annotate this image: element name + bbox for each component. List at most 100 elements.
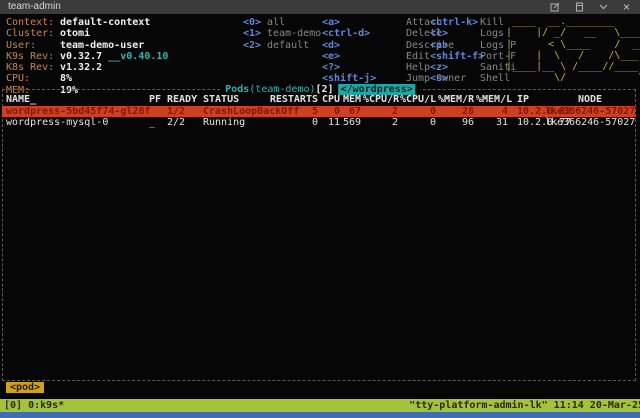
cluster-value: otomi — [60, 28, 90, 39]
pod-mem: 569 — [342, 117, 361, 128]
k9s-logo-line: | | \ / /\___ \ — [506, 50, 640, 61]
hotkey-key: <?> — [322, 62, 406, 73]
pod-mem-l: 31 — [476, 117, 508, 128]
namespace-hotkeys: <0>all <1>team-demo <2>default — [243, 17, 321, 51]
pod-ready: 2/2 — [167, 117, 185, 128]
hotkey-key: <ctrl-k> — [430, 17, 480, 28]
chevron-down-icon[interactable] — [599, 4, 608, 10]
pod-ready: 1/2 — [167, 106, 185, 117]
hotkey-key: <e> — [322, 51, 406, 62]
k9s-logo-line: \/ \/ — [506, 72, 640, 83]
k8s-rev-value: v1.32.2 — [60, 62, 102, 73]
col-header-mem-l[interactable]: %MEM/L — [476, 94, 508, 105]
resource-name: Pods — [225, 84, 249, 95]
hotkey-key: <s> — [430, 73, 480, 84]
k9s-ascii-logo: ____ __.________ | |/ _/ __ \______ | < … — [506, 16, 640, 84]
pod-cpu: 11 — [322, 117, 340, 128]
hotkey-key: <shift-f> — [430, 51, 480, 62]
pod-restarts: 5 — [245, 106, 318, 117]
col-header-mem-r[interactable]: %MEM/R — [438, 94, 474, 105]
col-header-node[interactable]: NODE — [578, 94, 602, 105]
pods-view-border — [2, 89, 636, 381]
cpu-value: 8% — [60, 73, 72, 84]
pod-mem-r: 96 — [438, 117, 474, 128]
col-header-name[interactable]: NAME_ — [6, 94, 36, 105]
hotkey-key: <a> — [322, 17, 406, 28]
col-header-pf[interactable]: PF — [149, 94, 161, 105]
window-title: team-admin — [8, 0, 61, 14]
pod-name: wordpress-mysql-0 — [6, 117, 108, 128]
cluster-info: Context:default-context Cluster:otomi Us… — [6, 17, 168, 96]
hotkey-label: Kill — [480, 17, 504, 28]
hotkey-key: <1> — [243, 28, 267, 39]
pod-restarts: 0 — [245, 117, 318, 128]
k9s-logo-line: |____|__ \ /____//____ > — [506, 61, 640, 72]
col-header-mem[interactable]: MEM — [342, 94, 361, 105]
k9s-rev-upgrade: __v0.40.10 — [108, 51, 168, 62]
col-header-ip[interactable]: IP — [517, 94, 529, 105]
hotkey-label: all — [267, 17, 285, 28]
k9s-logo-line: | < \____ / ___/ — [506, 39, 640, 50]
context-value: default-context — [60, 17, 150, 28]
pod-pf: _ — [149, 117, 155, 128]
filter-badge: </wordpress> — [339, 84, 415, 95]
tmux-session-window[interactable]: [0] 0:k9s* — [4, 399, 64, 412]
tmux-status-bar: [0] 0:k9s* "tty-platform-admin-lk" 11:14… — [0, 399, 640, 412]
k9s-rev-value: v0.32.7 — [60, 51, 108, 62]
col-header-restarts[interactable]: RESTARTS — [245, 94, 318, 105]
hotkey-label: Edit — [406, 51, 430, 62]
table-row-wordpress-mysql[interactable]: wordpress-mysql-0 _ 2/2 Running 0 11 569… — [2, 117, 635, 128]
hotkey-key: <l> — [430, 28, 480, 39]
bottom-edge-strip — [0, 412, 640, 418]
pod-cpu-r: 2 — [363, 117, 398, 128]
context-label: Context: — [6, 17, 60, 28]
pod-mem-r: 28 — [438, 106, 474, 117]
pod-cpu-r: 2 — [363, 106, 398, 117]
window-titlebar: team-admin × — [0, 0, 640, 14]
user-label: User: — [6, 40, 60, 51]
table-header-row: NAME_ PF READY STATUS RESTARTS CPU MEM %… — [2, 94, 635, 105]
hotkey-key: <2> — [243, 40, 267, 51]
hotkey-key: <d> — [322, 40, 406, 51]
k9s-logo-line: ____ __.________ — [506, 16, 640, 27]
breadcrumb: <pod> — [6, 382, 44, 393]
hotkey-label: Help — [406, 62, 430, 73]
pod-mem: 67 — [342, 106, 361, 117]
resource-count: [2] — [316, 84, 334, 95]
breadcrumb-pod[interactable]: <pod> — [6, 382, 44, 393]
split-pane-icon[interactable] — [575, 2, 584, 12]
hotkey-key: <0> — [243, 17, 267, 28]
col-header-cpu[interactable]: CPU — [322, 94, 340, 105]
hotkey-key: <z> — [430, 62, 480, 73]
col-header-cpu-l[interactable]: %CPU/L — [400, 94, 436, 105]
close-icon[interactable]: × — [623, 0, 630, 14]
namespace-name: (team-demo) — [249, 84, 315, 95]
hotkey-key: <p> — [430, 40, 480, 51]
pod-cpu: 0 — [322, 106, 340, 117]
hotkey-label: Logs — [480, 28, 504, 39]
pod-name: wordpress-5bd45f74-gl28f — [6, 106, 151, 117]
col-header-cpu-r[interactable]: %CPU/R — [363, 94, 398, 105]
pod-node: lke366246-570275 — [545, 117, 635, 128]
tmux-host-clock: "tty-platform-admin-lk" 11:14 20-Mar-25 — [409, 399, 640, 412]
user-value: team-demo-user — [60, 40, 144, 51]
hotkey-label: team-demo — [267, 28, 321, 39]
k8s-rev-label: K8s Rev: — [6, 62, 60, 73]
col-header-ready[interactable]: READY — [167, 94, 197, 105]
table-row-wordpress[interactable]: wordpress-5bd45f74-gl28f 1/2 CrashLoopBa… — [2, 106, 635, 117]
cpu-label: CPU: — [6, 73, 60, 84]
pod-mem-l: 4 — [476, 106, 508, 117]
pod-node: lke366246-570275 — [545, 106, 635, 117]
pod-status: Running — [203, 117, 245, 128]
pod-cpu-l: 0 — [400, 117, 436, 128]
action-hotkeys-2: <ctrl-k>Kill <l>Logs <p>Logs P <shift-f>… — [430, 17, 516, 85]
cluster-label: Cluster: — [6, 28, 60, 39]
hotkey-key: <ctrl-d> — [322, 28, 406, 39]
k9s-rev-label: K9s Rev: — [6, 51, 60, 62]
terminal: Context:default-context Cluster:otomi Us… — [0, 14, 640, 399]
hotkey-label: default — [267, 40, 309, 51]
window-controls: × — [550, 0, 630, 14]
k9s-logo-line: | |/ _/ __ \______ — [506, 27, 640, 38]
col-header-status[interactable]: STATUS — [203, 94, 239, 105]
new-window-icon[interactable] — [550, 2, 560, 12]
